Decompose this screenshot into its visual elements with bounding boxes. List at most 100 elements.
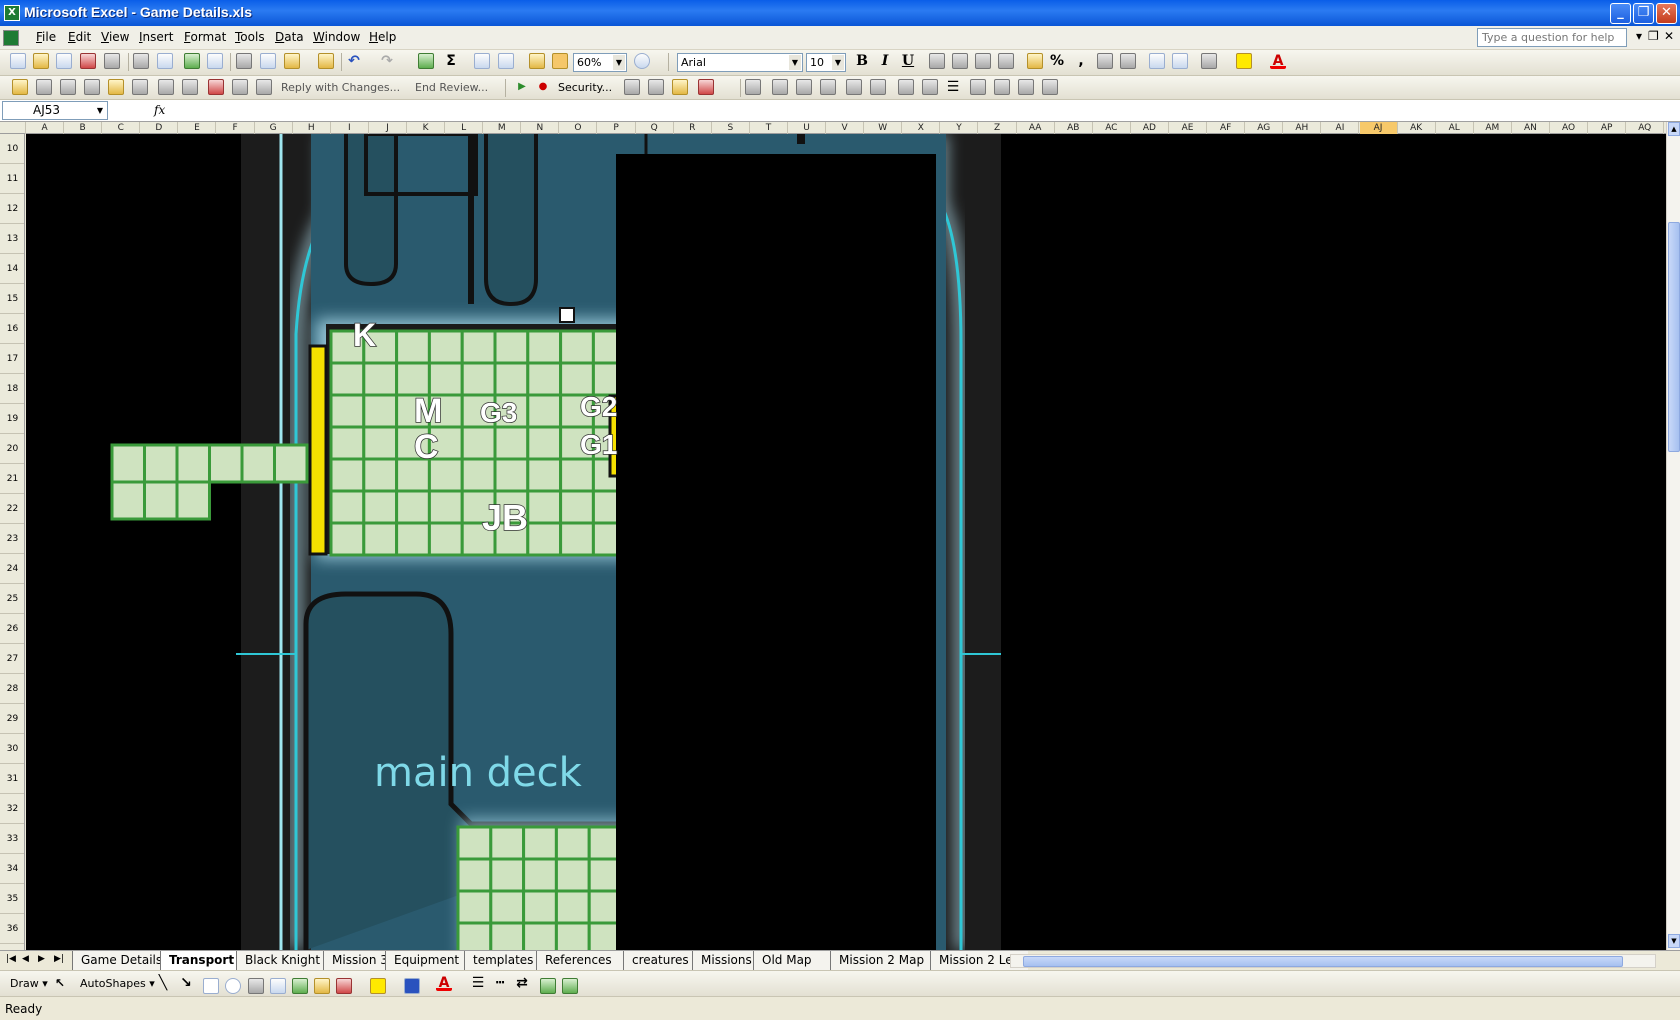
column-header[interactable]: T: [750, 122, 788, 134]
row-header[interactable]: 17: [0, 344, 24, 374]
drawing-toggle-icon[interactable]: [552, 53, 568, 69]
folder-icon[interactable]: [12, 79, 28, 95]
row-header[interactable]: 19: [0, 404, 24, 434]
column-header[interactable]: A: [26, 122, 65, 134]
scroll-down-icon[interactable]: ▼: [1668, 934, 1680, 948]
column-header[interactable]: Q: [636, 122, 674, 134]
column-header[interactable]: C: [102, 122, 141, 134]
excel-icon[interactable]: X: [4, 5, 20, 21]
borders-icon[interactable]: [1201, 53, 1217, 69]
column-header[interactable]: J: [369, 122, 407, 134]
color-icon[interactable]: [772, 79, 788, 95]
underline-button[interactable]: U: [900, 53, 916, 69]
insert-function-icon[interactable]: fx: [154, 103, 165, 117]
row-header[interactable]: 25: [0, 584, 24, 614]
print-preview-icon[interactable]: [157, 53, 173, 69]
crop-icon[interactable]: [898, 79, 914, 95]
column-header[interactable]: E: [178, 122, 217, 134]
shape-fill-icon[interactable]: [370, 978, 386, 994]
hyperlink-icon[interactable]: [418, 53, 434, 69]
worksheet-grid[interactable]: K M G3 G2 C G1 JB main deck: [26, 134, 1666, 950]
arrow-icon[interactable]: ↘: [178, 975, 194, 991]
first-sheet-icon[interactable]: |◀: [6, 954, 16, 964]
select-objects-icon[interactable]: ↖: [52, 975, 68, 991]
column-header[interactable]: AN: [1512, 122, 1550, 134]
decrease-decimal-icon[interactable]: [1120, 53, 1136, 69]
sheet-tab[interactable]: Equipment: [385, 951, 464, 970]
column-header[interactable]: AF: [1207, 122, 1246, 134]
chart-wizard-icon[interactable]: [529, 53, 545, 69]
next-comment-icon[interactable]: [182, 79, 198, 95]
help-icon[interactable]: [634, 53, 650, 69]
name-box[interactable]: AJ53 ▼: [2, 101, 108, 120]
sheet-tab[interactable]: Missions: [692, 951, 753, 970]
ink-icon[interactable]: [232, 79, 248, 95]
align-center-icon[interactable]: [952, 53, 968, 69]
row-header[interactable]: 13: [0, 224, 24, 254]
row-header[interactable]: 22: [0, 494, 24, 524]
menu-edit[interactable]: Edit: [68, 30, 91, 44]
line-icon[interactable]: ╲: [155, 975, 171, 991]
track-changes-icon[interactable]: [208, 79, 224, 95]
increase-indent-icon[interactable]: [1172, 53, 1188, 69]
security-button[interactable]: Security...: [558, 81, 612, 94]
row-header[interactable]: 21: [0, 464, 24, 494]
column-header[interactable]: AL: [1436, 122, 1474, 134]
column-header[interactable]: U: [788, 122, 827, 134]
email-icon[interactable]: [104, 53, 120, 69]
reply-with-changes-button[interactable]: Reply with Changes...: [281, 81, 400, 94]
mdi-minimize-icon[interactable]: ▾: [1636, 29, 1642, 43]
column-header[interactable]: AK: [1398, 122, 1436, 134]
column-header[interactable]: K: [407, 122, 446, 134]
row-header[interactable]: 14: [0, 254, 24, 284]
row-header[interactable]: 12: [0, 194, 24, 224]
draw-font-color-icon[interactable]: A: [436, 975, 452, 991]
permission-icon[interactable]: [80, 53, 96, 69]
sheet-tab[interactable]: Mission 2 Map: [830, 951, 930, 970]
column-header[interactable]: M: [483, 122, 522, 134]
row-header[interactable]: 26: [0, 614, 24, 644]
design-mode-icon[interactable]: [672, 79, 688, 95]
paste-icon[interactable]: [284, 53, 300, 69]
column-header[interactable]: AM: [1474, 122, 1512, 134]
column-header[interactable]: AO: [1550, 122, 1589, 134]
column-header[interactable]: AI: [1321, 122, 1360, 134]
vertical-scrollbar[interactable]: ▲ ▼: [1666, 122, 1680, 950]
row-header[interactable]: 36: [0, 914, 24, 944]
overlay-shape[interactable]: [616, 154, 936, 464]
align-left-icon[interactable]: [929, 53, 945, 69]
row-header[interactable]: 33: [0, 824, 24, 854]
menu-file[interactable]: File: [36, 30, 56, 44]
script-editor-icon[interactable]: [698, 79, 714, 95]
menu-data[interactable]: Data: [275, 30, 304, 44]
row-header[interactable]: 18: [0, 374, 24, 404]
set-transparent-icon[interactable]: [1042, 79, 1058, 95]
merge-center-icon[interactable]: [998, 53, 1014, 69]
menu-help[interactable]: Help: [369, 30, 396, 44]
rotate-icon[interactable]: [922, 79, 938, 95]
format-picture-icon[interactable]: [1018, 79, 1034, 95]
brightness-up-icon[interactable]: [820, 79, 836, 95]
column-header[interactable]: AE: [1169, 122, 1208, 134]
autosum-icon[interactable]: Σ: [443, 53, 459, 69]
column-header[interactable]: H: [293, 122, 331, 134]
contrast-down-icon[interactable]: [870, 79, 886, 95]
print-icon[interactable]: [133, 53, 149, 69]
sheet-tab[interactable]: References: [536, 951, 623, 970]
column-header[interactable]: G: [255, 122, 293, 134]
cut-icon[interactable]: [236, 53, 252, 69]
column-header[interactable]: AC: [1093, 122, 1131, 134]
scroll-up-icon[interactable]: ▲: [1668, 122, 1680, 136]
menu-window[interactable]: Window: [313, 30, 360, 44]
format-painter-icon[interactable]: [318, 53, 334, 69]
column-header[interactable]: AD: [1131, 122, 1169, 134]
new-comment-icon[interactable]: [60, 79, 76, 95]
fill-color-icon[interactable]: [1236, 53, 1252, 69]
row-header[interactable]: 27: [0, 644, 24, 674]
delete-comment-icon[interactable]: [132, 79, 148, 95]
end-review-button[interactable]: End Review...: [415, 81, 488, 94]
mdi-restore-icon[interactable]: ❐: [1648, 29, 1659, 43]
column-header[interactable]: B: [64, 122, 103, 134]
save-icon[interactable]: [56, 53, 72, 69]
sheet-tab[interactable]: Black Knight: [236, 951, 323, 970]
